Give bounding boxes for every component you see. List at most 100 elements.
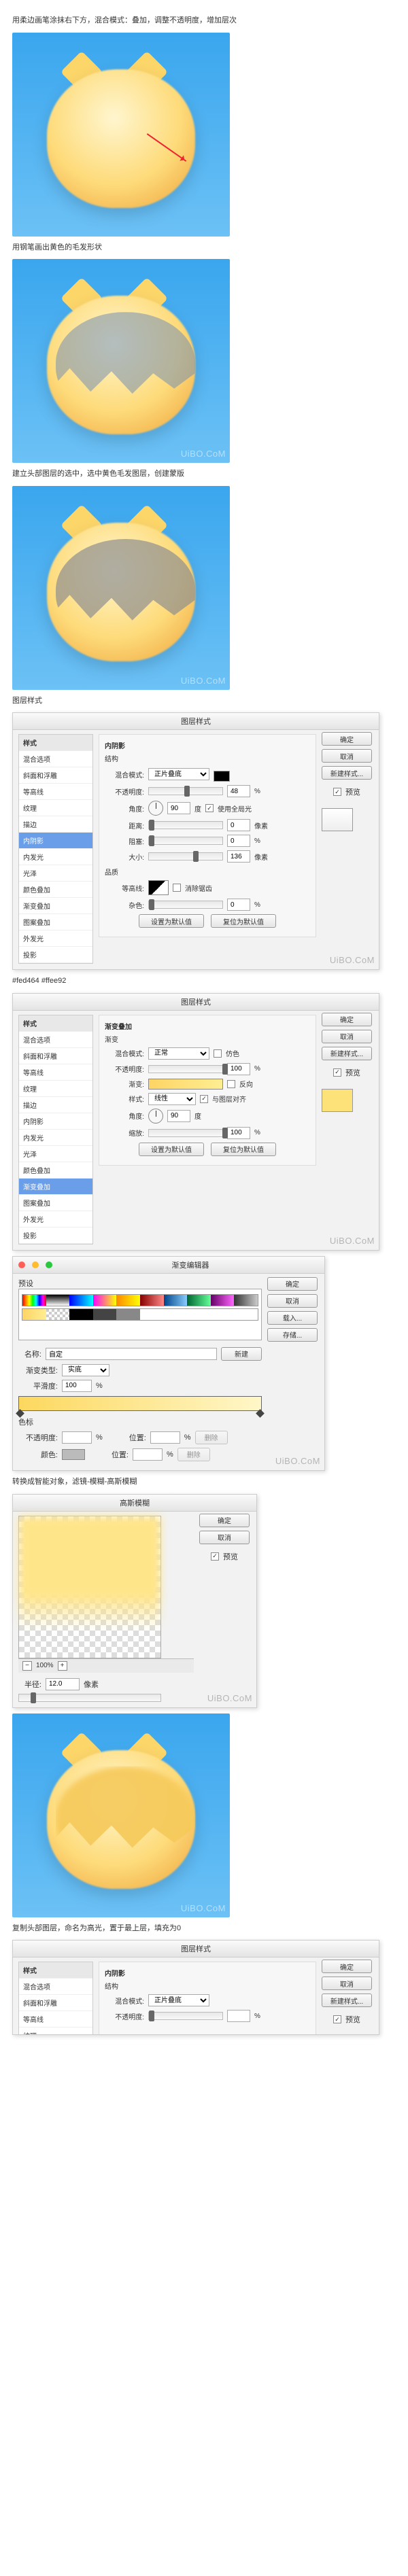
cancel-button[interactable]: 取消 bbox=[322, 1977, 372, 1990]
style-item[interactable]: 投影 bbox=[19, 947, 92, 963]
style-item[interactable]: 等高线 bbox=[19, 2011, 92, 2027]
radius-input[interactable] bbox=[46, 1678, 80, 1690]
style-item[interactable]: 颜色叠加 bbox=[19, 1162, 92, 1179]
style-item[interactable]: 内发光 bbox=[19, 849, 92, 865]
new-style-button[interactable]: 新建样式... bbox=[322, 766, 372, 780]
style-item[interactable]: 斜面和浮雕 bbox=[19, 1995, 92, 2011]
style-item[interactable]: 斜面和浮雕 bbox=[19, 1048, 92, 1064]
set-default-button[interactable]: 设置为默认值 bbox=[139, 1143, 204, 1156]
opacity-slider[interactable] bbox=[148, 1065, 223, 1073]
load-button[interactable]: 载入... bbox=[267, 1311, 318, 1325]
noise-slider[interactable] bbox=[148, 901, 223, 909]
blend-mode-select[interactable]: 正常 bbox=[148, 1047, 209, 1060]
style-item[interactable]: 斜面和浮雕 bbox=[19, 767, 92, 784]
style-item[interactable]: 等高线 bbox=[19, 1064, 92, 1081]
style-item[interactable]: 纹理 bbox=[19, 800, 92, 816]
blur-preview[interactable] bbox=[18, 1516, 161, 1658]
style-item[interactable]: 光泽 bbox=[19, 865, 92, 882]
opacity-slider[interactable]: .slider[style*="--p"]:after{left:var(--p… bbox=[148, 787, 223, 795]
style-item[interactable]: 外发光 bbox=[19, 930, 92, 947]
zoom-icon[interactable] bbox=[46, 1261, 52, 1268]
cancel-button[interactable]: 取消 bbox=[322, 749, 372, 763]
style-item-selected[interactable]: 渐变叠加 bbox=[19, 1179, 92, 1195]
set-default-button[interactable]: 设置为默认值 bbox=[139, 914, 204, 928]
style-item[interactable]: 描边 bbox=[19, 1097, 92, 1113]
dither-checkbox[interactable] bbox=[214, 1049, 222, 1058]
scale-input[interactable] bbox=[227, 1127, 250, 1139]
zoom-out-button[interactable]: − bbox=[22, 1661, 32, 1671]
style-item[interactable]: 光泽 bbox=[19, 1146, 92, 1162]
style-item[interactable]: 纹理 bbox=[19, 1081, 92, 1097]
blend-mode-select[interactable]: 正片叠底 bbox=[148, 1994, 209, 2006]
style-item[interactable]: 渐变叠加 bbox=[19, 898, 92, 914]
preset-grid[interactable] bbox=[18, 1289, 262, 1340]
style-item-selected[interactable]: 内阴影 bbox=[19, 833, 92, 849]
reverse-checkbox[interactable] bbox=[227, 1080, 235, 1088]
ok-button[interactable]: 确定 bbox=[322, 732, 372, 746]
opacity-input[interactable] bbox=[227, 785, 250, 797]
type-select[interactable]: 实底 bbox=[62, 1364, 109, 1376]
style-item[interactable]: 等高线 bbox=[19, 784, 92, 800]
contour-picker[interactable] bbox=[148, 880, 169, 895]
new-style-button[interactable]: 新建样式... bbox=[322, 1047, 372, 1060]
smooth-input[interactable] bbox=[62, 1380, 92, 1392]
name-input[interactable] bbox=[46, 1348, 217, 1360]
distance-slider[interactable] bbox=[148, 821, 223, 829]
ok-button[interactable]: 确定 bbox=[322, 1013, 372, 1026]
style-item[interactable]: 图案叠加 bbox=[19, 1195, 92, 1211]
style-item[interactable]: 混合选项 bbox=[19, 1979, 92, 1995]
stop-color-swatch[interactable] bbox=[62, 1449, 85, 1460]
cancel-button[interactable]: 取消 bbox=[322, 1030, 372, 1043]
preview-checkbox[interactable]: ✓ bbox=[333, 1068, 341, 1077]
style-item[interactable]: 内发光 bbox=[19, 1130, 92, 1146]
preview-checkbox[interactable]: ✓ bbox=[333, 788, 341, 796]
scale-slider[interactable] bbox=[148, 1129, 223, 1137]
new-style-button[interactable]: 新建样式... bbox=[322, 1994, 372, 2007]
radius-slider[interactable] bbox=[18, 1694, 161, 1702]
size-input[interactable] bbox=[227, 850, 250, 863]
align-layer-checkbox[interactable]: ✓ bbox=[200, 1095, 208, 1103]
preview-checkbox[interactable]: ✓ bbox=[333, 2015, 341, 2023]
save-button[interactable]: 存储... bbox=[267, 1328, 318, 1342]
angle-input[interactable] bbox=[167, 802, 190, 814]
preview-checkbox[interactable]: ✓ bbox=[211, 1552, 219, 1561]
style-item[interactable]: 描边 bbox=[19, 816, 92, 833]
ok-button[interactable]: 确定 bbox=[322, 1960, 372, 1973]
choke-slider[interactable] bbox=[148, 837, 223, 845]
style-item[interactable]: 内阴影 bbox=[19, 1113, 92, 1130]
style-item[interactable]: 纹理 bbox=[19, 2027, 92, 2035]
style-item[interactable]: 混合选项 bbox=[19, 1032, 92, 1048]
ok-button[interactable]: 确定 bbox=[267, 1277, 318, 1291]
angle-dial[interactable] bbox=[148, 801, 163, 816]
distance-input[interactable] bbox=[227, 819, 250, 831]
noise-input[interactable] bbox=[227, 899, 250, 911]
style-item[interactable]: 投影 bbox=[19, 1228, 92, 1244]
new-button[interactable]: 新建 bbox=[221, 1347, 262, 1361]
ok-button[interactable]: 确定 bbox=[199, 1514, 250, 1527]
style-select[interactable]: 线性 bbox=[148, 1093, 196, 1105]
gradient-picker[interactable] bbox=[148, 1079, 223, 1090]
style-item[interactable]: 混合选项 bbox=[19, 751, 92, 767]
gradient-bar[interactable] bbox=[18, 1396, 262, 1411]
style-item[interactable]: 图案叠加 bbox=[19, 914, 92, 930]
angle-input[interactable] bbox=[167, 1110, 190, 1122]
shadow-color-swatch[interactable] bbox=[214, 771, 230, 782]
opacity-input[interactable] bbox=[227, 2010, 250, 2022]
zoom-in-button[interactable]: + bbox=[58, 1661, 67, 1671]
antialias-checkbox[interactable] bbox=[173, 884, 181, 892]
cancel-button[interactable]: 取消 bbox=[199, 1531, 250, 1544]
angle-dial[interactable] bbox=[148, 1109, 163, 1124]
reset-default-button[interactable]: 复位为默认值 bbox=[211, 914, 276, 928]
opacity-slider[interactable] bbox=[148, 2012, 223, 2020]
cancel-button[interactable]: 取消 bbox=[267, 1294, 318, 1308]
style-item[interactable]: 颜色叠加 bbox=[19, 882, 92, 898]
reset-default-button[interactable]: 复位为默认值 bbox=[211, 1143, 276, 1156]
size-slider[interactable] bbox=[148, 852, 223, 860]
choke-input[interactable] bbox=[227, 835, 250, 847]
close-icon[interactable] bbox=[18, 1261, 25, 1268]
style-item[interactable]: 外发光 bbox=[19, 1211, 92, 1228]
global-light-checkbox[interactable]: ✓ bbox=[205, 804, 214, 812]
minimize-icon[interactable] bbox=[32, 1261, 39, 1268]
blend-mode-select[interactable]: 正片叠底 bbox=[148, 768, 209, 780]
opacity-input[interactable] bbox=[227, 1063, 250, 1075]
